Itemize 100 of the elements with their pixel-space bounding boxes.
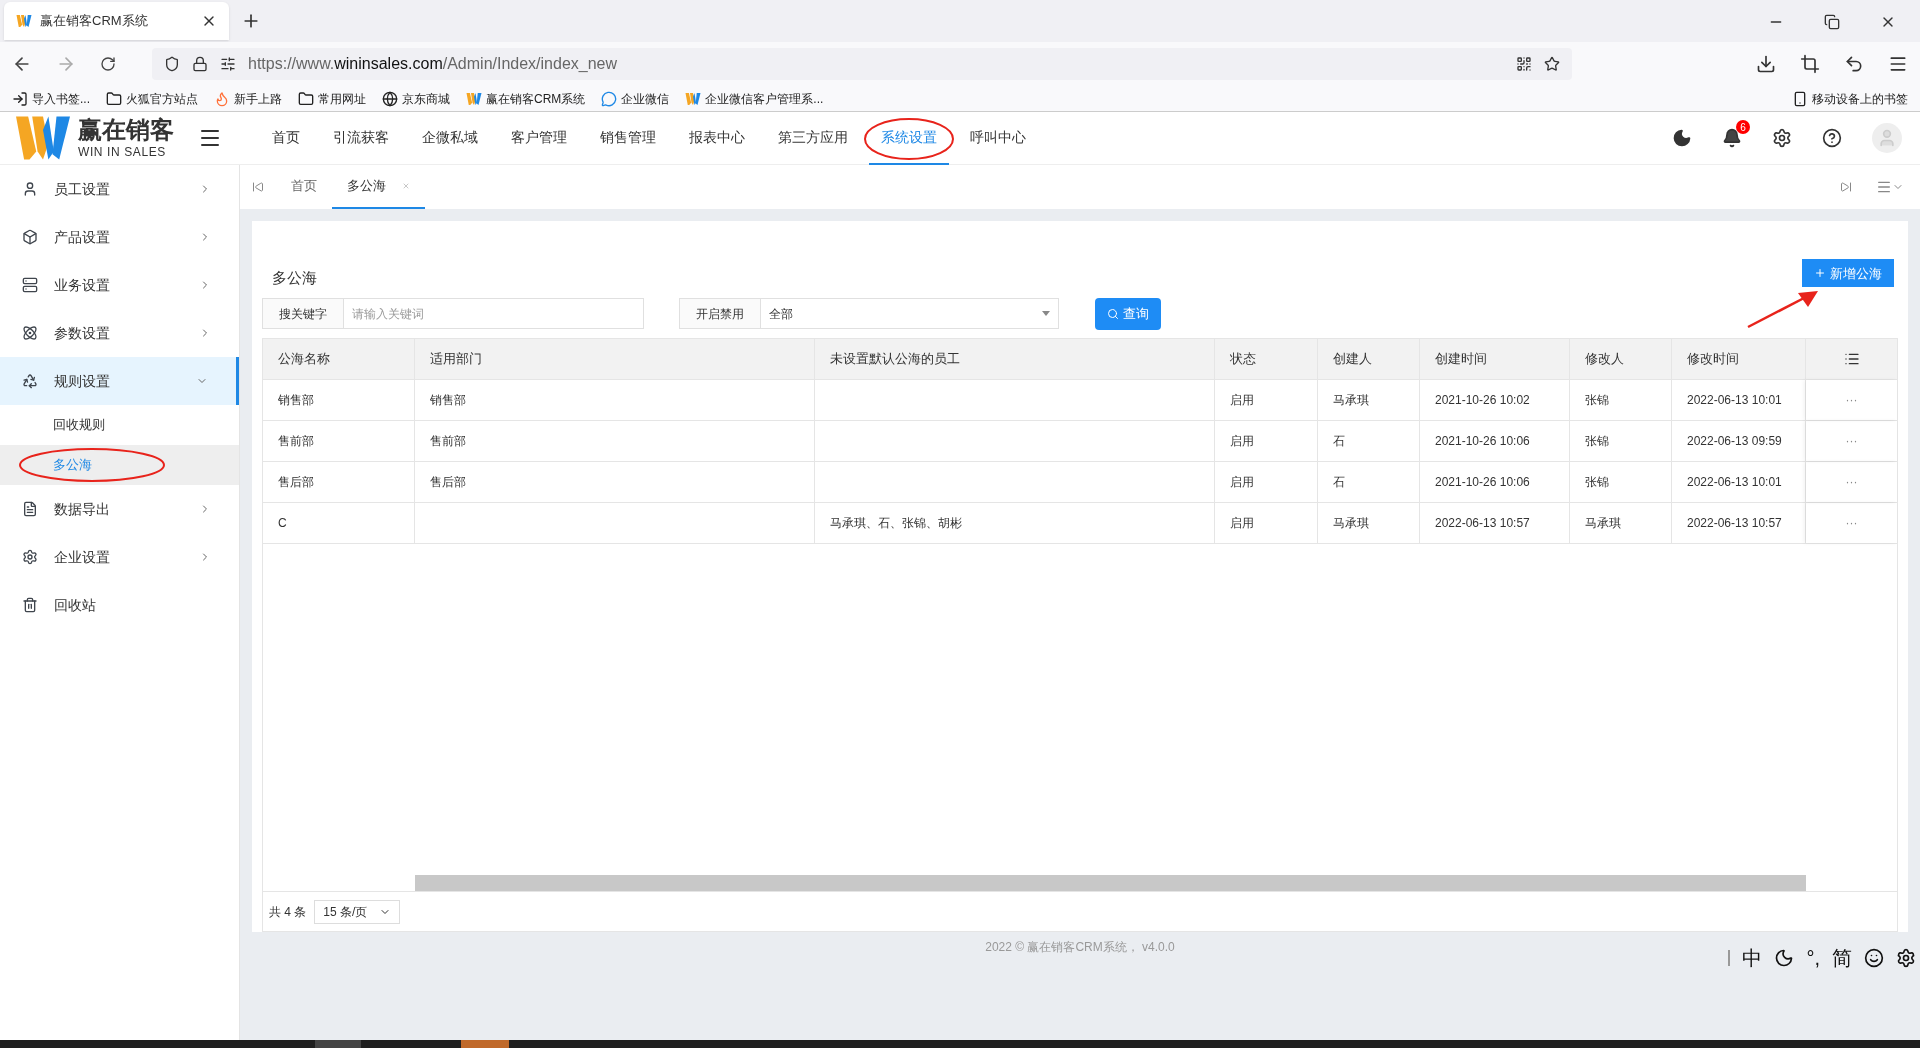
total-count: 共 4 条 [269, 903, 307, 921]
menu-icon[interactable] [1888, 54, 1908, 74]
qr-code-icon[interactable] [1516, 56, 1532, 72]
nav-tab[interactable]: 客户管理 [499, 111, 579, 165]
search-icon [1107, 307, 1119, 320]
sidebar-item[interactable]: 数据导出 [0, 485, 239, 533]
table-cell-text: 马承琪、石、张锦、胡彬 [830, 514, 962, 532]
table-cell-text: 2022-06-13 10:01 [1687, 391, 1782, 409]
copyright-text: 2022 © 赢在销客CRM系统， v4.0.0 [985, 939, 1175, 956]
lock-icon [192, 56, 208, 72]
star-icon[interactable] [1544, 56, 1560, 72]
sidebar-label: 数据导出 [54, 499, 111, 519]
page-tab[interactable]: 多公海 [332, 165, 425, 209]
settings-icon[interactable] [1896, 948, 1916, 968]
sidebar-subitem[interactable]: 回收规则 [53, 415, 105, 435]
more-button[interactable]: ··· [1845, 431, 1858, 450]
ime-punctuation[interactable]: °, [1806, 943, 1820, 973]
bookmark-link[interactable]: 火狐官方站点 [126, 89, 198, 108]
sidebar-label: 业务设置 [54, 275, 111, 295]
bookmark-link[interactable]: 企业微信 [621, 89, 670, 108]
ime-mode[interactable]: 中 [1742, 943, 1763, 973]
field-label: 搜关键字 [262, 298, 344, 329]
nav-tab[interactable]: 引流获客 [321, 111, 401, 165]
table-cell-text: 2022-06-13 10:01 [1687, 473, 1782, 491]
column-header: 创建时间 [1420, 338, 1570, 379]
bell-icon[interactable] [1722, 128, 1742, 148]
sidebar-item[interactable]: 产品设置 [0, 213, 239, 261]
moon-icon[interactable] [1774, 948, 1795, 968]
browser-tab[interactable]: 赢在销客CRM系统 [4, 2, 229, 40]
trash-icon [22, 597, 38, 613]
table-cell-text: 售后部 [278, 473, 314, 491]
bookmark-link[interactable]: 常用网址 [318, 89, 366, 108]
page-tab[interactable]: 首页 [276, 165, 332, 209]
sidebar-label: 员工设置 [54, 179, 111, 199]
nav-tab[interactable]: 企微私域 [410, 111, 490, 165]
column-header: 创建人 [1318, 338, 1420, 379]
sidebar-item[interactable]: 参数设置 [0, 309, 239, 357]
server-icon [22, 277, 38, 293]
column-header: 适用部门 [415, 338, 815, 379]
search-field[interactable]: 请输入关键词 [344, 298, 644, 329]
chat-icon [601, 90, 618, 107]
sidebar-label: 规则设置 [54, 371, 111, 391]
tabs-menu-icon[interactable] [1876, 179, 1904, 195]
more-button[interactable]: ··· [1845, 472, 1858, 491]
restore-icon[interactable] [1824, 14, 1840, 30]
table-cell-text: 2022-06-13 10:57 [1435, 514, 1530, 532]
table-cell-text: C [278, 514, 287, 532]
table-cell-text: 石 [1333, 473, 1345, 491]
notification-badge: 6 [1736, 120, 1750, 134]
bookmark-link[interactable]: 京东商城 [402, 89, 450, 108]
bookmark-link[interactable]: 企业微信客户管理系... [705, 89, 824, 108]
nav-tab[interactable]: 第三方应用 [766, 111, 860, 165]
file-icon [22, 501, 38, 517]
crop-icon[interactable] [1800, 54, 1820, 74]
page-title: 多公海 [271, 268, 317, 288]
folder-icon [106, 90, 122, 107]
skip-forward-icon[interactable] [1840, 181, 1852, 193]
logo-icon [685, 92, 702, 105]
bookmark-link[interactable]: 移动设备上的书签 [1812, 89, 1908, 108]
ime-script[interactable]: 简 [1832, 943, 1852, 973]
moon-icon[interactable] [1672, 128, 1692, 148]
column-header: 修改人 [1570, 338, 1672, 379]
page-size-select[interactable]: 15 条/页 [314, 899, 401, 924]
nav-tab[interactable]: 首页 [260, 111, 312, 165]
bookmark-link[interactable]: 导入书签... [32, 89, 90, 108]
nav-tab[interactable]: 销售管理 [588, 111, 668, 165]
nav-tab[interactable]: 报表中心 [677, 111, 757, 165]
smile-icon[interactable] [1864, 948, 1884, 968]
sidebar-label: 产品设置 [54, 227, 111, 247]
sidebar-item[interactable]: 回收站 [0, 581, 239, 629]
more-button[interactable]: ··· [1845, 513, 1858, 532]
scrollbar[interactable] [415, 875, 1806, 891]
skip-back-icon[interactable] [252, 181, 264, 193]
sidebar-item[interactable]: 规则设置 [0, 357, 239, 405]
recycle-icon [22, 373, 38, 389]
download-icon[interactable] [1756, 54, 1776, 74]
help-icon[interactable] [1822, 128, 1842, 148]
table-cell-text: 2021-10-26 10:02 [1435, 391, 1530, 409]
bookmark-link[interactable]: 赢在销客CRM系统 [486, 89, 586, 108]
undo-icon[interactable] [1844, 54, 1864, 74]
status-select[interactable]: 全部 [761, 298, 1059, 329]
address-bar[interactable]: https://www.wininsales.com/Admin/Index/index_new [152, 48, 1572, 80]
tab-title: 赢在销客CRM系统 [40, 12, 149, 31]
reload-icon[interactable] [100, 56, 116, 72]
column-header: 公海名称 [263, 338, 415, 379]
table-cell-text: 2022-06-13 09:59 [1687, 432, 1782, 450]
bookmark-link[interactable]: 新手上路 [234, 89, 282, 108]
nav-tab[interactable]: 呼叫中心 [958, 111, 1038, 165]
sidebar-item[interactable]: 企业设置 [0, 533, 239, 581]
table-cell-text: 2021-10-26 10:06 [1435, 432, 1530, 450]
sidebar-label: 参数设置 [54, 323, 111, 343]
settings-icon [22, 549, 38, 565]
table-cell-text: 马承琪 [1333, 514, 1369, 532]
sidebar-item[interactable]: 业务设置 [0, 261, 239, 309]
more-button[interactable]: ··· [1845, 390, 1858, 409]
settings-icon[interactable] [1772, 128, 1792, 148]
folder-icon [298, 90, 314, 107]
sidebar-item[interactable]: 员工设置 [0, 165, 239, 213]
permissions-icon [220, 56, 236, 72]
table-cell-text: 启用 [1230, 514, 1254, 532]
